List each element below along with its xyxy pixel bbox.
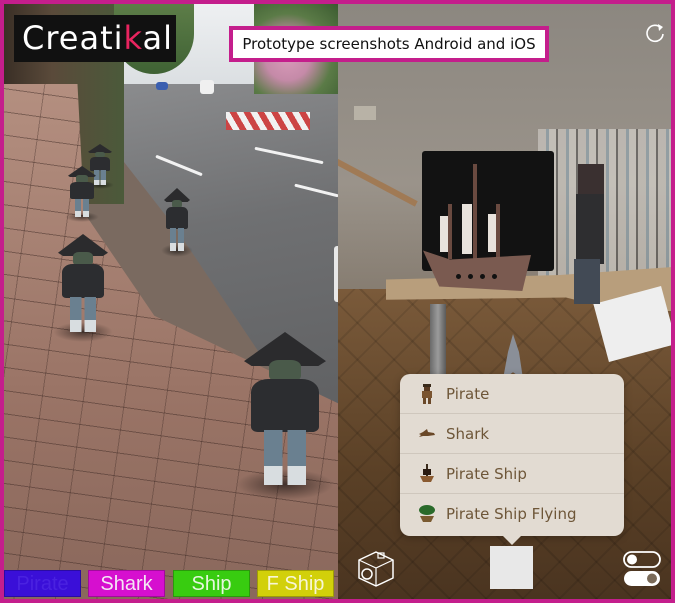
refresh-icon[interactable] xyxy=(644,22,666,44)
pirate-ship-icon xyxy=(420,464,434,482)
menu-pointer xyxy=(502,535,522,545)
camera-icon[interactable] xyxy=(356,548,396,588)
pirate-icon xyxy=(422,384,432,404)
ar-pirate xyxy=(161,188,193,258)
logo-text: Creati xyxy=(22,19,124,57)
ar-pirate xyxy=(65,166,99,223)
android-screen: Creatikal Pirate Shark Ship F Ship xyxy=(4,4,338,599)
pirate-ship-flying-icon xyxy=(419,505,435,522)
menu-item-pirate-ship[interactable]: Pirate Ship xyxy=(400,454,624,494)
shutter-button[interactable] xyxy=(490,546,533,589)
toggles-icon[interactable] xyxy=(622,550,662,588)
logo-highlight: k xyxy=(123,19,143,57)
object-picker-menu: Pirate Shark Pirate Ship Pirate Ship Fly… xyxy=(400,374,624,536)
car xyxy=(200,80,214,94)
screenshot-frame: Creatikal Pirate Shark Ship F Ship Pirat… xyxy=(4,4,671,599)
pirate-button[interactable]: Pirate xyxy=(4,570,81,597)
ar-figure xyxy=(568,164,618,304)
menu-item-label: Pirate xyxy=(446,385,490,403)
flying-ship-button[interactable]: F Ship xyxy=(257,570,334,597)
android-object-buttons: Pirate Shark Ship F Ship xyxy=(4,570,338,599)
menu-item-pirate[interactable]: Pirate xyxy=(400,374,624,414)
ar-pirate xyxy=(53,234,113,342)
shark-button[interactable]: Shark xyxy=(88,570,165,597)
menu-item-shark[interactable]: Shark xyxy=(400,414,624,454)
ar-pirate-ship xyxy=(418,164,533,304)
menu-item-label: Pirate Ship Flying xyxy=(446,505,577,523)
creatikal-logo: Creatikal xyxy=(14,15,176,62)
menu-item-label: Pirate Ship xyxy=(446,465,527,483)
logo-text-suffix: al xyxy=(142,19,173,57)
shark-icon xyxy=(419,429,435,437)
road-barrier xyxy=(226,112,310,130)
ios-screen: Pirate Shark Pirate Ship Pirate Ship Fly… xyxy=(338,4,671,599)
menu-item-pirate-ship-flying[interactable]: Pirate Ship Flying xyxy=(400,494,624,534)
car xyxy=(156,82,168,90)
ar-pirate xyxy=(235,332,335,501)
menu-item-label: Shark xyxy=(446,425,490,443)
ship-button[interactable]: Ship xyxy=(173,570,250,597)
banner-title: Prototype screenshots Android and iOS xyxy=(229,26,549,62)
light-switch xyxy=(354,106,376,120)
